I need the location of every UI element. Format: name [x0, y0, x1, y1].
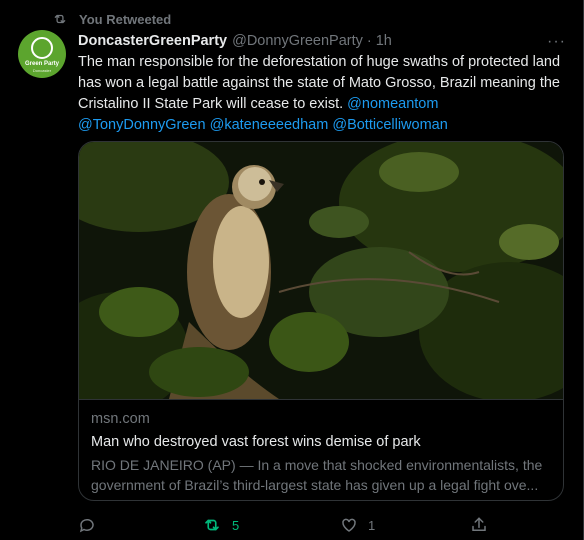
avatar-line1: Green Party	[24, 61, 60, 67]
avatar[interactable]: Green Party Doncaster	[18, 30, 66, 78]
reply-button[interactable]	[78, 514, 96, 536]
more-options-icon[interactable]: ···	[547, 33, 566, 51]
tweet-actions: 5 1	[78, 514, 498, 536]
tweet-time[interactable]: 1h	[376, 33, 392, 49]
retweet-count: 5	[232, 517, 240, 533]
separator-dot: ·	[366, 33, 372, 49]
retweet-button[interactable]: 5	[202, 514, 239, 536]
retweet-icon	[202, 516, 222, 534]
card-body[interactable]: msn.com Man who destroyed vast forest wi…	[79, 399, 563, 495]
mention-link[interactable]: @nomeantom	[347, 96, 438, 112]
card-image[interactable]	[79, 142, 563, 399]
tweet-header: DoncasterGreenParty @DonnyGreenParty · 1…	[78, 32, 548, 50]
mention-link[interactable]: @TonyDonnyGreen	[78, 117, 206, 133]
mention-link[interactable]: @Botticelliwoman	[332, 117, 447, 133]
link-card[interactable]: msn.com Man who destroyed vast forest wi…	[78, 141, 564, 501]
heart-icon	[340, 516, 358, 534]
like-count: 1	[368, 517, 376, 533]
share-icon	[470, 516, 488, 534]
tweet-body: The man responsible for the deforestatio…	[78, 54, 561, 112]
retweet-icon	[52, 12, 68, 26]
avatar-line2: Doncaster	[32, 68, 52, 73]
tweet-text: The man responsible for the deforestatio…	[78, 52, 568, 136]
retweet-label: You Retweeted	[79, 11, 172, 27]
user-handle[interactable]: @DonnyGreenParty	[232, 33, 363, 49]
card-domain: msn.com	[91, 411, 150, 427]
reply-icon	[78, 516, 96, 534]
display-name[interactable]: DoncasterGreenParty	[78, 33, 227, 49]
share-button[interactable]	[470, 514, 488, 536]
card-description: RIO DE JANEIRO (AP) — In a move that sho…	[91, 457, 543, 493]
like-button[interactable]: 1	[340, 514, 375, 536]
card-title[interactable]: Man who destroyed vast forest wins demis…	[91, 433, 551, 452]
green-party-logo-icon	[31, 37, 53, 59]
retweet-context: You Retweeted	[52, 10, 171, 28]
mention-link[interactable]: @kateneeeedham	[210, 117, 329, 133]
